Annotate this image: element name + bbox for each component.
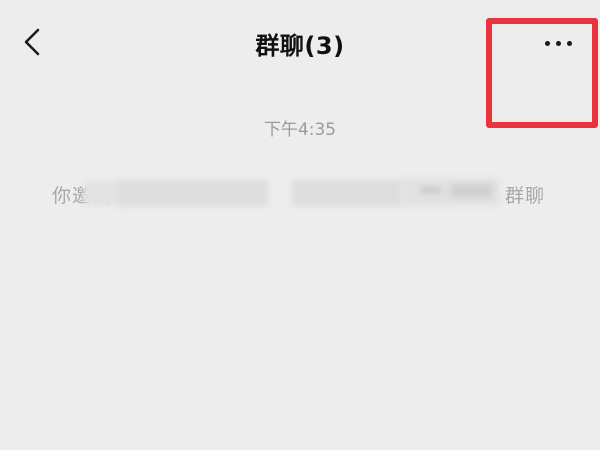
redacted-name-block (292, 180, 402, 206)
redacted-name-block (420, 187, 442, 193)
redacted-name-block (450, 184, 492, 198)
page-title: 群聊(3) (255, 32, 345, 60)
more-horizontal-icon-dot-3 (566, 40, 572, 46)
chat-message-area[interactable] (0, 220, 600, 450)
more-horizontal-icon-dot-2 (555, 40, 561, 46)
top-navigation-bar: 群聊(3) (0, 0, 600, 90)
chat-screen: 群聊(3) 下午4:35 你邀请 群聊 (0, 0, 600, 450)
system-message-suffix: 群聊 (505, 185, 546, 207)
more-options-button[interactable] (530, 26, 586, 60)
system-message: 你邀请 群聊 (0, 176, 600, 210)
redacted-name-block (118, 180, 268, 206)
more-horizontal-icon (544, 40, 550, 46)
message-timestamp: 下午4:35 (263, 120, 337, 140)
